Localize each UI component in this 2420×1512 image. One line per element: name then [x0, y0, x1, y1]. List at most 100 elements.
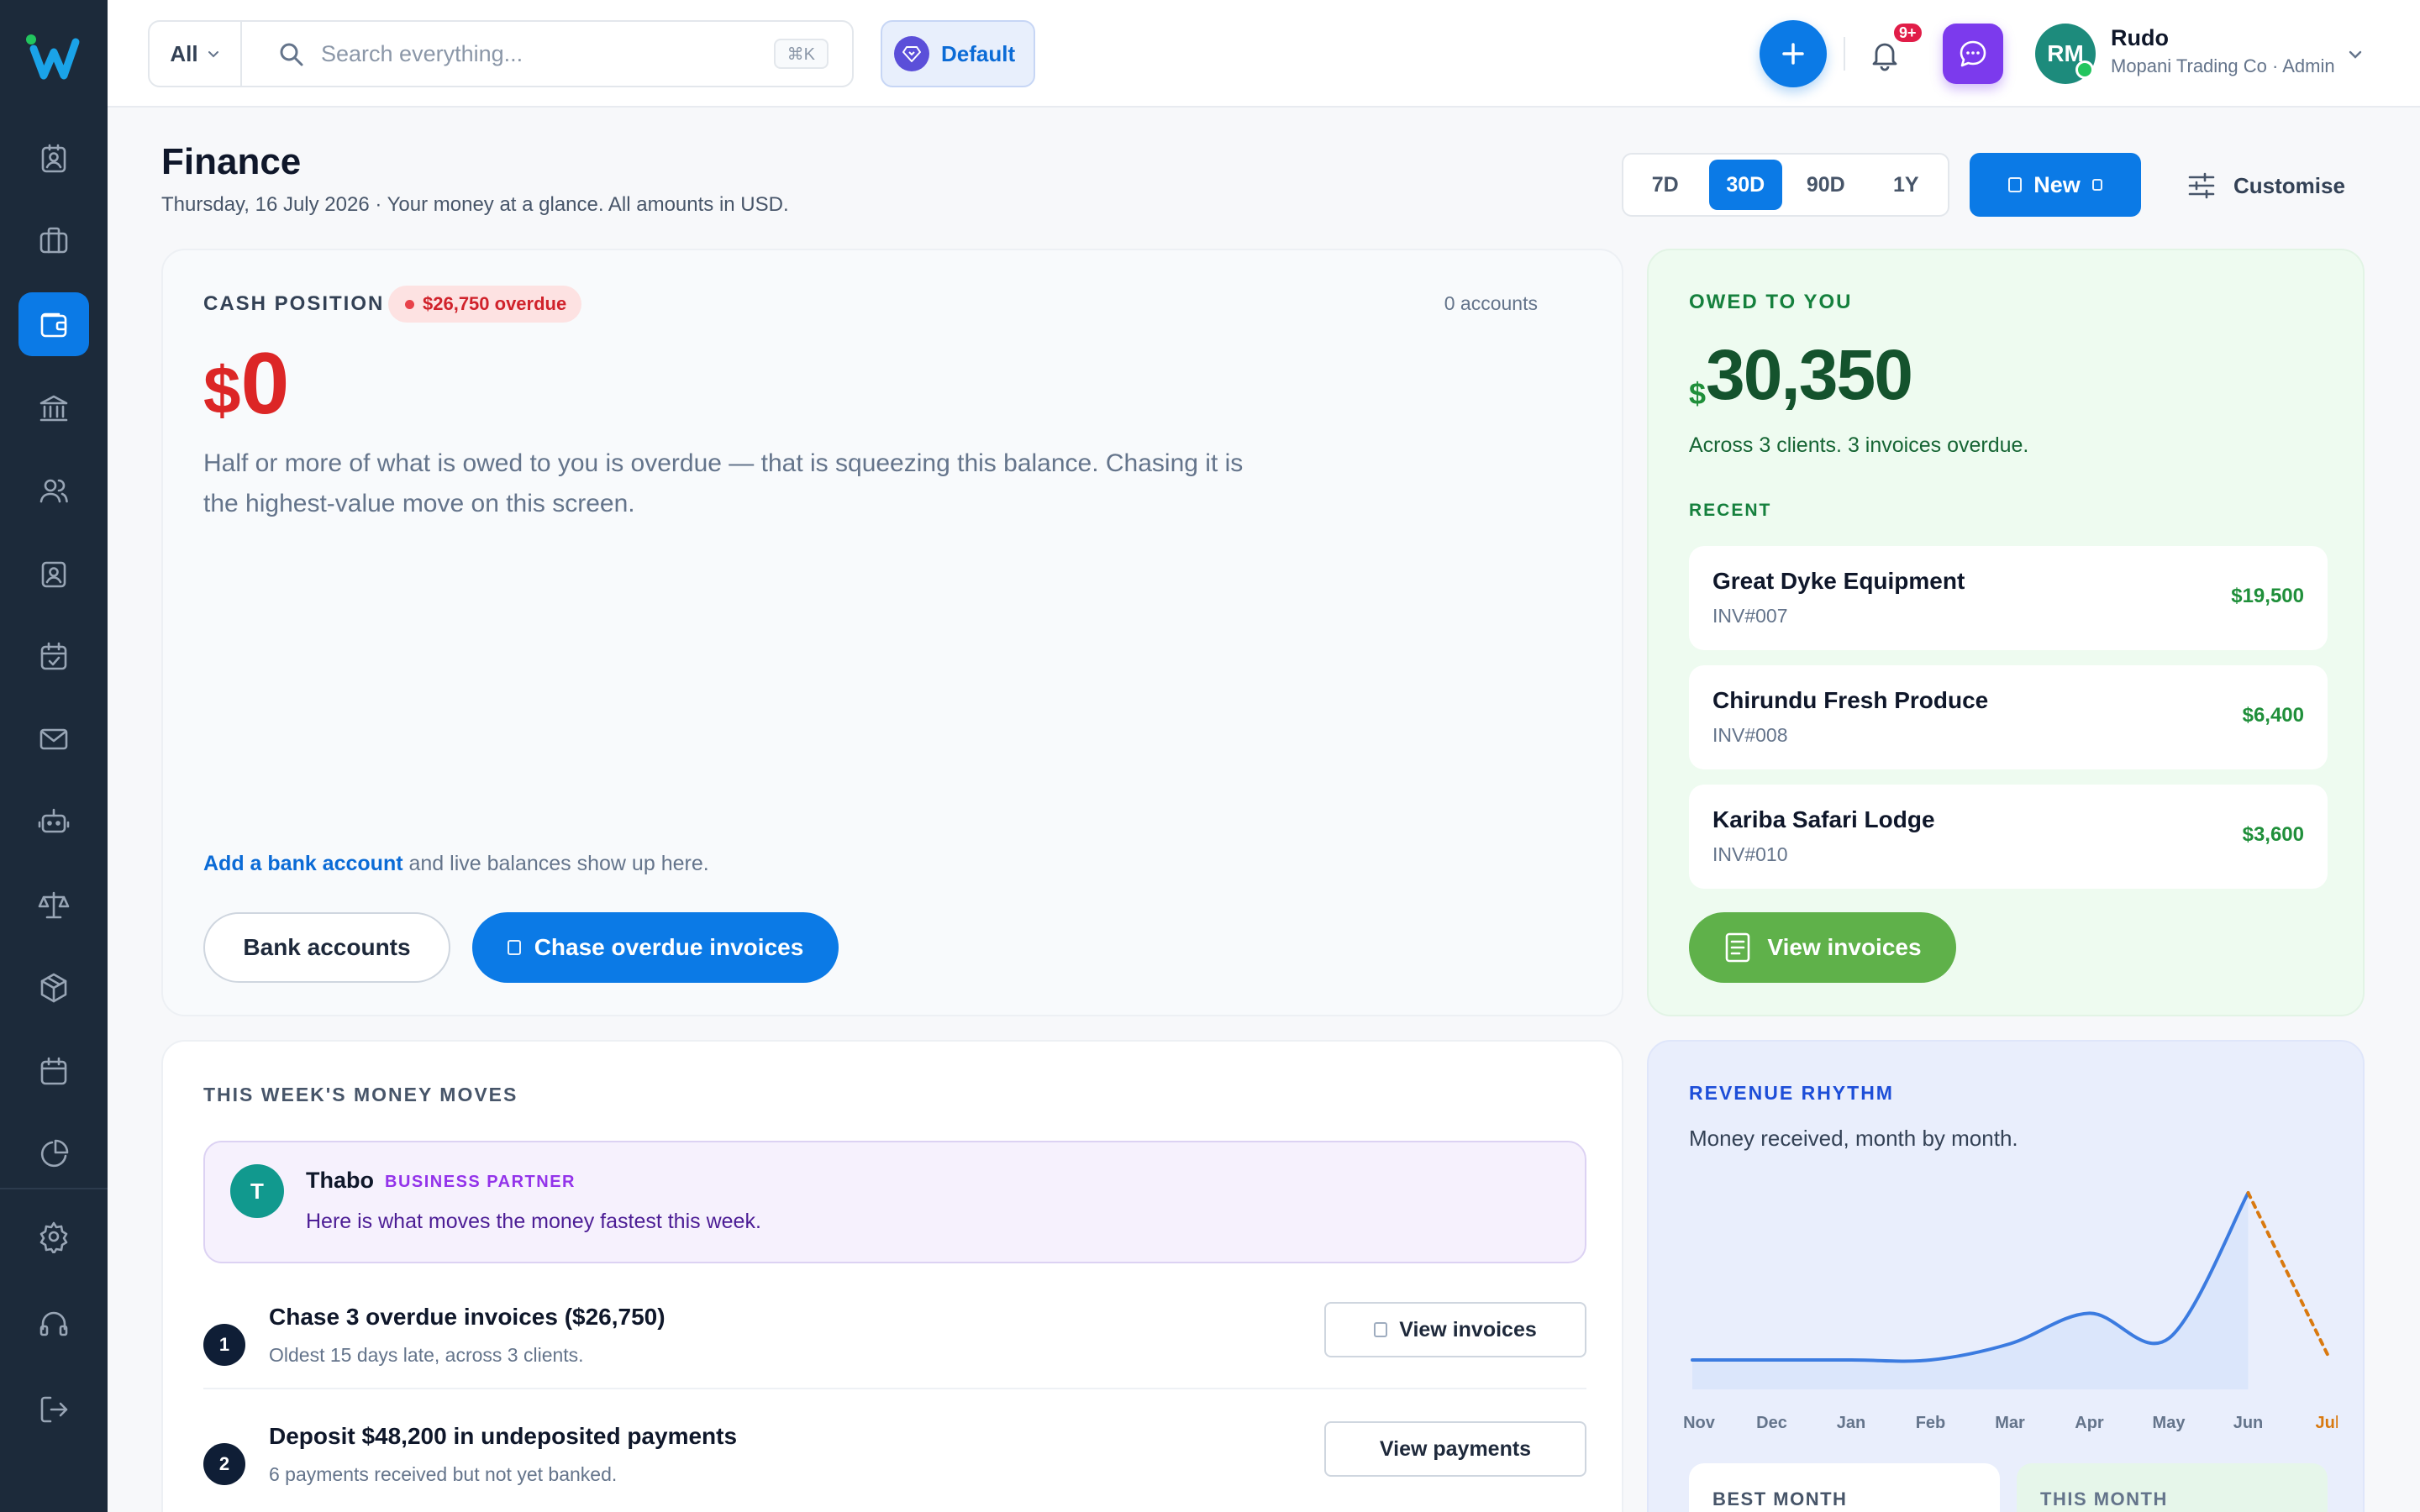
sidebar-item-banking[interactable] [18, 376, 89, 440]
partner-note: T Thabo BUSINESS PARTNER Here is what mo… [203, 1141, 1586, 1263]
range-1y[interactable]: 1Y [1870, 160, 1944, 210]
money-moves-label: THIS WEEK'S MONEY MOVES [203, 1084, 518, 1105]
sidebar-item-legal[interactable] [18, 874, 89, 937]
workspace-label: Default [941, 40, 1016, 66]
invoice-amount: $6,400 [2242, 704, 2304, 727]
search-scope-label: All [170, 40, 198, 66]
recent-label: RECENT [1689, 501, 1772, 520]
chevron-down-icon[interactable] [2346, 45, 2365, 64]
calendar-icon [40, 1057, 67, 1085]
page-subtitle: Thursday, 16 July 2026 · Your money at a… [161, 193, 789, 216]
new-doc-icon [2008, 177, 2023, 192]
global-search: All ⌘K [148, 20, 854, 87]
view-invoices-button[interactable]: View invoices [1689, 912, 1956, 983]
online-status-dot [2075, 60, 2094, 79]
sidebar-item-reports[interactable] [18, 1122, 89, 1186]
sidebar-item-mail[interactable] [18, 707, 89, 771]
move-step-number: 2 [203, 1443, 245, 1485]
new-button-label: New [2033, 171, 2081, 197]
sidebar-item-inventory[interactable] [18, 956, 89, 1020]
sidebar-item-projects[interactable] [18, 208, 89, 272]
user-org: Mopani Trading Co · Admin [2111, 55, 2335, 76]
sidebar-item-support[interactable] [18, 1292, 89, 1356]
x-tick-label: Jan [1837, 1414, 1865, 1432]
customise-button[interactable]: Customise [2185, 165, 2345, 207]
bell-icon [1872, 43, 1897, 71]
x-tick-label: Nov [1683, 1414, 1716, 1432]
sliders-icon [2188, 172, 2215, 199]
workspace-switcher[interactable]: Default [881, 20, 1035, 87]
x-tick-label: May [2153, 1414, 2186, 1432]
calendar-check-icon [40, 642, 67, 670]
range-90d[interactable]: 90D [1789, 160, 1863, 210]
cash-balance: $0 [203, 334, 290, 434]
invoice-client: Chirundu Fresh Produce [1712, 687, 1989, 713]
invoice-item[interactable]: Great Dyke Equipment INV#007 $19,500 [1689, 546, 2328, 650]
scale-icon [38, 891, 70, 919]
sidebar-item-finance[interactable] [18, 292, 89, 356]
search-input[interactable] [321, 34, 741, 74]
chase-overdue-button[interactable]: Chase overdue invoices [472, 912, 839, 983]
revenue-label: REVENUE RHYTHM [1689, 1082, 1894, 1104]
app-logo[interactable] [24, 30, 84, 84]
user-name[interactable]: Rudo [2111, 25, 2169, 51]
sidebar-item-settings[interactable] [18, 1205, 89, 1268]
owed-currency: $ [1689, 376, 1707, 411]
invoice-number: INV#008 [1712, 724, 1788, 746]
move-view-payments-button[interactable]: View payments [1324, 1421, 1586, 1477]
dropdown-icon [2091, 179, 2102, 191]
new-button[interactable]: New [1970, 153, 2141, 217]
invoice-doc-icon [1726, 932, 1750, 963]
sidebar-item-automation[interactable] [18, 790, 89, 853]
add-bank-account-link[interactable]: Add a bank account [203, 852, 403, 875]
cash-position-label: CASH POSITION [203, 292, 385, 315]
partner-avatar: T [230, 1164, 284, 1218]
best-month-box: BEST MONTH [1689, 1463, 2000, 1512]
notification-count-badge: 9+ [1892, 22, 1923, 44]
sidebar-item-tasks[interactable] [18, 625, 89, 689]
cash-amount: 0 [240, 335, 290, 433]
sidebar-item-employees[interactable] [18, 543, 89, 606]
revenue-projection-line [2246, 1191, 2329, 1357]
owed-label: OWED TO YOU [1689, 291, 1853, 313]
invoice-number: INV#010 [1712, 843, 1788, 865]
move-button-label: View invoices [1399, 1317, 1537, 1341]
invoice-item[interactable]: Kariba Safari Lodge INV#010 $3,600 [1689, 785, 2328, 889]
bank-hint: Add a bank account and live balances sho… [203, 852, 709, 876]
chat-button[interactable] [1943, 24, 2003, 84]
page-title: Finance [161, 141, 302, 182]
money-move-item: 1 Chase 3 overdue invoices ($26,750) Old… [203, 1290, 1586, 1410]
quick-add-button[interactable] [1760, 20, 1827, 87]
range-7d[interactable]: 7D [1628, 160, 1702, 210]
search-scope-select[interactable]: All [150, 22, 242, 86]
revenue-rhythm-card: REVENUE RHYTHM Money received, month by … [1647, 1040, 2365, 1512]
money-move-item: 2 Deposit $48,200 in undeposited payment… [203, 1410, 1586, 1512]
move-subtitle: Oldest 15 days late, across 3 clients. [269, 1344, 584, 1366]
sidebar [0, 0, 108, 1512]
sidebar-item-people[interactable] [18, 459, 89, 522]
briefcase-icon [39, 227, 68, 254]
range-30d[interactable]: 30D [1708, 160, 1782, 210]
plus-icon [1782, 43, 1804, 65]
sidebar-divider [0, 1188, 108, 1189]
view-invoices-label: View invoices [1767, 934, 1922, 960]
sidebar-item-calendar[interactable] [18, 1040, 89, 1104]
cash-position-card: CASH POSITION $26,750 overdue 0 accounts… [161, 249, 1623, 1016]
topbar: All ⌘K Default 9+ RM Rudo Mopani Trading… [108, 0, 2420, 108]
package-icon [40, 973, 67, 1003]
x-tick-label: Feb [1916, 1414, 1946, 1432]
sidebar-item-logout[interactable] [18, 1378, 89, 1441]
invoice-item[interactable]: Chirundu Fresh Produce INV#008 $6,400 [1689, 665, 2328, 769]
x-tick-label: Jun [2233, 1414, 2264, 1432]
move-view-invoices-button[interactable]: View invoices [1324, 1302, 1586, 1357]
move-title: Chase 3 overdue invoices ($26,750) [269, 1304, 666, 1330]
bank-icon [39, 395, 68, 422]
sidebar-item-contacts[interactable] [18, 128, 89, 192]
partner-role-badge: BUSINESS PARTNER [385, 1173, 576, 1191]
chase-overdue-label: Chase overdue invoices [534, 934, 804, 960]
doc-icon [1374, 1322, 1388, 1337]
invoice-client: Great Dyke Equipment [1712, 568, 1965, 594]
x-tick-label: Mar [1995, 1414, 2025, 1432]
bank-accounts-button[interactable]: Bank accounts [203, 912, 450, 983]
cash-message: Half or more of what is owed to you is o… [203, 449, 1244, 517]
